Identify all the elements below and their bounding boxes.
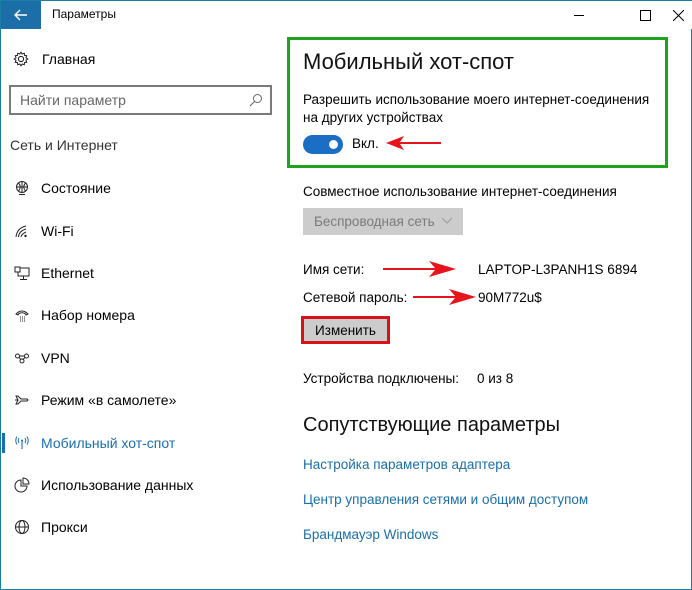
sidebar-item-airplane[interactable]: Режим «в самолете» (2, 379, 284, 421)
sidebar-item-label: Набор номера (41, 307, 135, 324)
related-settings-title: Сопутствующие параметры (303, 414, 561, 436)
sidebar-item-label: Wi-Fi (41, 222, 74, 239)
toggle-knob (329, 140, 338, 149)
close-icon (672, 9, 684, 21)
search-input[interactable] (11, 87, 241, 113)
airplane-icon (15, 395, 29, 405)
sidebar-item-dialup[interactable]: Набор номера (2, 294, 284, 336)
share-connection-label: Совместное использование интернет-соедин… (303, 184, 617, 199)
sidebar-item-vpn[interactable]: VPN (2, 337, 284, 379)
network-name-label: Имя сети: (303, 262, 365, 277)
sidebar-item-label: VPN (41, 349, 70, 366)
maximize-icon (639, 9, 651, 21)
toggle-state-label: Вкл. (352, 136, 379, 151)
sidebar-home[interactable]: Главная (13, 51, 95, 67)
sidebar: Главная Сеть и Интернет Состояние Wi-Fi … (2, 29, 284, 589)
sidebar-item-label: Ethernet (41, 264, 94, 281)
settings-window: Параметры Главная Сеть и Интернет (0, 0, 692, 590)
ethernet-icon (14, 266, 30, 280)
vpn-icon (15, 353, 29, 364)
hotspot-description: Разрешить использование моего интернет-с… (303, 92, 650, 125)
search-icon[interactable] (249, 93, 263, 107)
sidebar-item-label: Прокси (41, 519, 88, 536)
share-connection-dropdown[interactable]: Беспроводная сеть (303, 208, 463, 235)
annotation-arrow-network-name (383, 261, 456, 277)
network-password-value: 90M772u$ (478, 290, 542, 305)
dialup-phone-icon (15, 310, 29, 322)
sidebar-item-hotspot[interactable]: Мобильный хот-спот (2, 421, 284, 463)
sidebar-item-label: Состояние (41, 180, 111, 197)
network-password-label: Сетевой пароль: (303, 290, 408, 305)
wifi-icon (15, 225, 27, 237)
devices-connected-label: Устройства подключены: (303, 371, 459, 386)
minimize-button[interactable] (561, 1, 597, 29)
link-windows-firewall[interactable]: Брандмауэр Windows (303, 527, 438, 542)
sidebar-item-ethernet[interactable]: Ethernet (2, 252, 284, 294)
page-title: Мобильный хот-спот (303, 49, 515, 74)
edit-button[interactable]: Изменить (301, 316, 390, 344)
status-globe-icon (16, 181, 28, 196)
maximize-button[interactable] (627, 1, 663, 29)
link-adapter-settings[interactable]: Настройка параметров адаптера (303, 457, 510, 472)
link-network-sharing-center[interactable]: Центр управления сетями и общим доступом (303, 492, 588, 507)
sidebar-item-wifi[interactable]: Wi-Fi (2, 209, 284, 251)
devices-connected-value: 0 из 8 (477, 371, 514, 386)
sidebar-section-title: Сеть и Интернет (10, 137, 118, 153)
window-title: Параметры (52, 7, 116, 21)
close-button[interactable] (663, 1, 692, 29)
gear-icon (13, 51, 29, 67)
search-box (9, 85, 272, 115)
hotspot-toggle[interactable] (303, 135, 343, 154)
sidebar-nav: Состояние Wi-Fi Ethernet Набор номера VP… (2, 167, 284, 549)
network-name-value: LAPTOP-L3PANH1S 6894 (478, 262, 638, 277)
proxy-globe-icon (15, 520, 29, 535)
sidebar-item-data-usage[interactable]: Использование данных (2, 464, 284, 506)
title-bar: Параметры (1, 0, 692, 29)
chevron-down-icon (441, 217, 453, 224)
sidebar-item-status[interactable]: Состояние (2, 167, 284, 209)
hotspot-icon (15, 435, 29, 449)
sidebar-item-label: Мобильный хот-спот (41, 434, 176, 451)
sidebar-item-label: Режим «в самолете» (41, 392, 177, 409)
sidebar-item-proxy[interactable]: Прокси (2, 506, 284, 548)
minimize-icon (574, 15, 584, 16)
back-arrow-icon (14, 9, 27, 21)
annotation-arrow-password (413, 289, 476, 305)
sidebar-home-label: Главная (42, 51, 96, 67)
sidebar-item-label: Использование данных (41, 476, 194, 493)
annotation-arrow-toggle (386, 136, 441, 150)
back-button[interactable] (1, 1, 41, 29)
data-usage-icon (14, 477, 30, 493)
dropdown-value: Беспроводная сеть (314, 214, 435, 229)
